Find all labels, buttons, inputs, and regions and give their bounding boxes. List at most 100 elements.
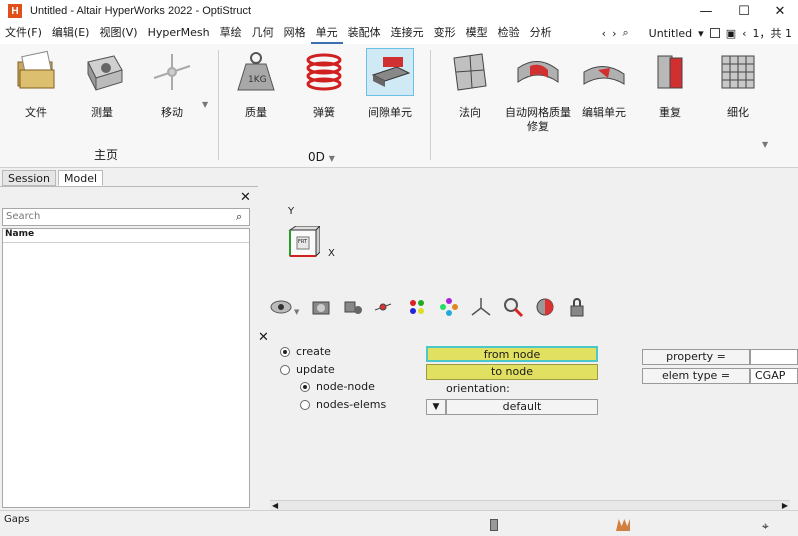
to-node-selector[interactable]: to node [426, 364, 598, 380]
ribbon-measure-button[interactable]: 测量 [72, 48, 132, 120]
menu-elements[interactable]: 单元 [310, 22, 343, 44]
color-cycle-icon[interactable] [438, 296, 460, 318]
eye-visibility-icon[interactable] [270, 296, 292, 318]
radio-nodes-elems[interactable]: nodes-elems [300, 398, 386, 411]
menu-model[interactable]: 模型 [461, 22, 493, 44]
handle-icon[interactable] [342, 296, 364, 318]
status-flame-icon[interactable] [616, 519, 630, 531]
ribbon-file-button[interactable]: 文件 [6, 48, 66, 120]
radio-update[interactable]: update [280, 363, 335, 376]
orientation-dropdown-toggle[interactable]: ▼ [426, 399, 446, 415]
color-palette-icon[interactable] [406, 296, 428, 318]
normal-icon [446, 48, 494, 96]
ribbon-separator [430, 50, 431, 160]
menu-edit[interactable]: 编辑(E) [47, 22, 95, 44]
caret-down-icon[interactable]: ▼ [294, 308, 299, 316]
radio-dot [280, 364, 290, 375]
menu-hypermesh[interactable]: HyperMesh [143, 22, 215, 44]
radio-create[interactable]: create [280, 345, 331, 358]
chevron-left-icon[interactable]: ‹ [602, 27, 606, 40]
caret-down-icon[interactable]: ▾ [698, 27, 704, 40]
menu-mesh[interactable]: 网格 [279, 22, 311, 44]
ribbon-gap-element-button[interactable]: 间隙单元 [360, 48, 420, 120]
caret-down-icon: ▼ [432, 402, 440, 412]
caret-down-icon[interactable]: ▼ [762, 140, 768, 149]
search-icon[interactable]: ⌕ [236, 210, 242, 224]
document-selector[interactable]: Untitled [649, 27, 693, 40]
gap-element-icon [366, 48, 414, 96]
scroll-right-icon[interactable]: ▶ [782, 501, 788, 510]
lock-icon[interactable] [566, 296, 588, 318]
tab-model[interactable]: Model [58, 170, 104, 186]
tab-session[interactable]: Session [2, 170, 56, 186]
scroll-left-icon[interactable]: ◀ [272, 501, 278, 510]
ribbon-mass-button[interactable]: 1KG 质量 [226, 48, 286, 120]
crosshair-icon[interactable]: ⌖ [762, 519, 769, 534]
menu-sketch[interactable]: 草绘 [215, 22, 247, 44]
property-field[interactable] [750, 349, 798, 365]
group-label-0d[interactable]: 0D ▼ [308, 150, 335, 164]
graphics-area[interactable]: Y FRT X ▼ [262, 168, 798, 328]
minimize-button[interactable]: — [686, 0, 726, 22]
camera-icon[interactable] [310, 296, 332, 318]
orientation-default-button[interactable]: default [446, 399, 598, 415]
ribbon-refine-button[interactable]: 细化 [708, 48, 768, 120]
radio-dot [300, 399, 310, 410]
edit-element-icon [580, 48, 628, 96]
elem-type-field[interactable]: CGAP [750, 368, 798, 384]
view-cube-label: FRT [298, 239, 308, 245]
gap-element-panel: ✕ create update node-node nodes-elems fr… [258, 328, 798, 500]
ribbon-spring-button[interactable]: 弹簧 [294, 48, 354, 120]
menu-file[interactable]: 文件(F) [0, 22, 47, 44]
menu-assembly[interactable]: 装配体 [343, 22, 386, 44]
axis-triad-icon[interactable] [470, 296, 492, 318]
zoom-icon[interactable] [502, 296, 524, 318]
radio-node-node[interactable]: node-node [300, 380, 375, 393]
close-icon[interactable]: ✕ [240, 190, 251, 205]
caret-down-icon: ▼ [328, 154, 335, 163]
property-selector[interactable]: property = [642, 349, 750, 365]
connector-icon[interactable] [372, 296, 394, 318]
tab-divider [0, 186, 258, 187]
view-cube[interactable]: FRT [288, 224, 322, 258]
search-icon[interactable]: ⌕ [622, 26, 628, 40]
menu-morph[interactable]: 变形 [429, 22, 461, 44]
group-label-main: 主页 [94, 148, 119, 162]
model-tree[interactable]: Name [2, 228, 250, 508]
calendar-icon[interactable]: ▣ [726, 27, 736, 40]
panel-close-icon[interactable]: ✕ [258, 330, 269, 345]
measure-icon [78, 48, 126, 96]
duplicate-icon [646, 48, 694, 96]
status-part-icon[interactable] [490, 519, 498, 531]
horizontal-scrollbar[interactable]: ◀ ▶ [270, 500, 790, 510]
menu-view[interactable]: 视图(V) [94, 22, 142, 44]
ribbon-normal-button[interactable]: 法向 [440, 48, 500, 120]
window-title: Untitled - Altair HyperWorks 2022 - Opti… [30, 5, 252, 17]
search-input[interactable]: Search [2, 208, 250, 226]
orientation-label: orientation: [446, 382, 510, 395]
elem-type-selector[interactable]: elem type = [642, 368, 750, 384]
ribbon: 文件 测量 移动 ▼ 主页 1KG 质量 弹簧 间隙单元 0D ▼ 法向 自动网… [0, 44, 798, 168]
tree-column-name[interactable]: Name [3, 229, 249, 243]
chevron-right-icon[interactable]: › [612, 27, 616, 40]
menu-connectors[interactable]: 连接元 [386, 22, 429, 44]
menu-validate[interactable]: 检验 [493, 22, 525, 44]
page-prev-icon[interactable]: ‹ [742, 27, 746, 40]
menu-geometry[interactable]: 几何 [247, 22, 279, 44]
axis-y-label: Y [288, 206, 295, 217]
ribbon-move-button[interactable]: 移动 [142, 48, 202, 120]
ribbon-duplicate-button[interactable]: 重复 [640, 48, 700, 120]
caret-down-icon[interactable]: ▼ [202, 100, 208, 109]
window-icon[interactable] [709, 28, 720, 38]
menu-analysis[interactable]: 分析 [525, 22, 557, 44]
close-button[interactable]: ✕ [760, 0, 798, 22]
from-node-selector[interactable]: from node [426, 346, 598, 362]
maximize-button[interactable]: ☐ [724, 0, 764, 22]
ribbon-auto-mesh-button[interactable]: 自动网格质量修复 [504, 48, 572, 134]
radio-dot [300, 381, 310, 392]
title-bar: H Untitled - Altair HyperWorks 2022 - Op… [0, 0, 798, 22]
ribbon-edit-element-button[interactable]: 编辑单元 [574, 48, 634, 120]
page-info: 1，共 1 [752, 27, 793, 40]
menu-bar: 文件(F) 编辑(E) 视图(V) HyperMesh 草绘 几何 网格 单元 … [0, 22, 798, 44]
section-cut-icon[interactable] [534, 296, 556, 318]
